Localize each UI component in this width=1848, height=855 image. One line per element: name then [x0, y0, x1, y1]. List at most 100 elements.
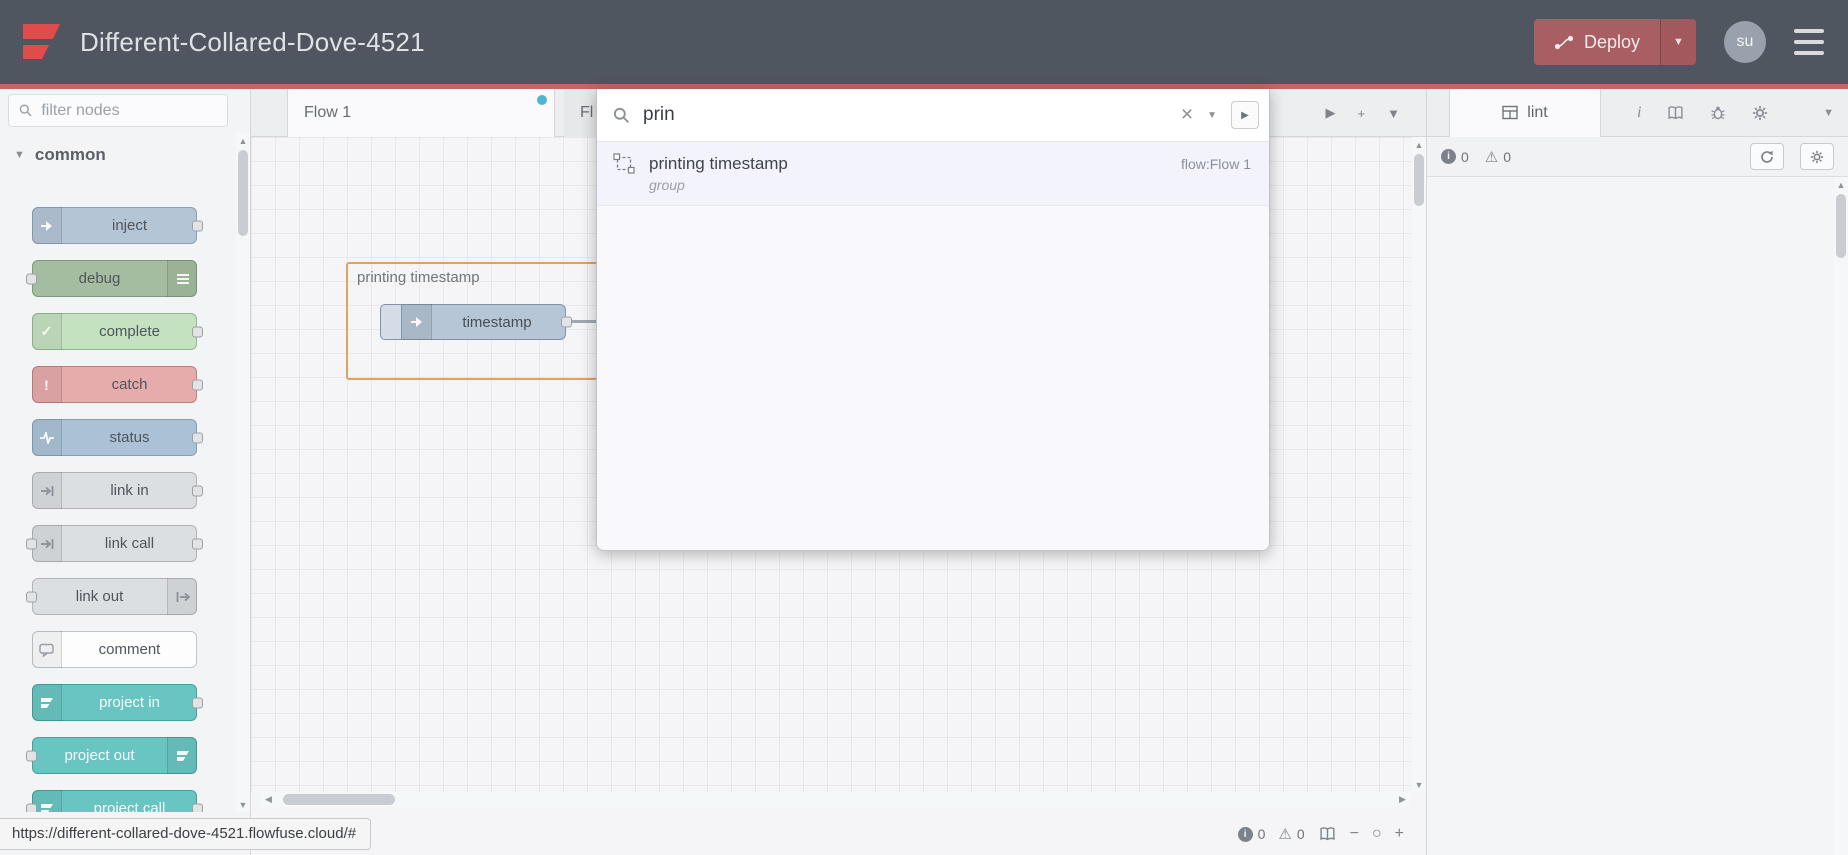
scroll-up-icon[interactable]: ▲ — [1412, 137, 1426, 152]
status-icon — [32, 419, 62, 456]
project-in-icon — [32, 684, 62, 721]
palette-node-comment[interactable]: comment — [32, 631, 197, 668]
inject-node[interactable]: timestamp — [380, 304, 572, 340]
chevron-down-icon: ▼ — [14, 149, 25, 161]
main-menu-icon[interactable] — [1794, 29, 1824, 55]
palette-node-debug[interactable]: debug — [26, 260, 197, 297]
scroll-up-icon[interactable]: ▲ — [236, 133, 250, 148]
inject-trigger-button[interactable] — [380, 304, 402, 340]
deploy-label: Deploy — [1583, 31, 1640, 52]
comment-icon — [32, 631, 62, 668]
palette-node-label: comment — [98, 641, 161, 658]
search-icon — [613, 107, 630, 123]
palette-node-project-out[interactable]: project out — [26, 737, 197, 774]
search-history-chevron-icon[interactable]: ▼ — [1201, 110, 1223, 121]
zoom-in-icon[interactable]: + — [1395, 825, 1404, 843]
canvas-horizontal-scrollbar[interactable]: ◀ ▶ — [261, 792, 1410, 807]
palette-filter[interactable] — [8, 94, 228, 127]
output-port — [192, 803, 203, 812]
palette-sidebar: ▼ common inject debug — [0, 89, 251, 855]
tab-help-book-icon[interactable] — [1667, 105, 1684, 121]
palette-node-complete[interactable]: ✓ complete — [32, 313, 203, 350]
tab-debug-bug-icon[interactable] — [1710, 105, 1726, 121]
navigator-map-icon[interactable] — [1318, 826, 1337, 842]
link-out-icon — [167, 578, 197, 615]
info-icon: i — [1441, 149, 1456, 164]
palette-category-common[interactable]: ▼ common — [0, 132, 236, 178]
input-port — [26, 591, 37, 602]
user-avatar[interactable]: su — [1724, 21, 1766, 63]
lint-icon — [1502, 105, 1518, 120]
scroll-down-icon[interactable]: ▼ — [236, 797, 250, 812]
palette-node-label: status — [109, 429, 150, 446]
palette-node-inject[interactable]: inject — [32, 207, 203, 244]
tab-scroll-right-icon[interactable]: ▶ — [1326, 105, 1336, 121]
output-port — [192, 220, 203, 231]
lint-refresh-button[interactable] — [1750, 143, 1784, 170]
palette-filter-input[interactable] — [41, 101, 217, 120]
browser-status-url: https://different-collared-dove-4521.flo… — [0, 818, 372, 850]
tab-config-gear-icon[interactable] — [1752, 105, 1768, 121]
output-port — [192, 326, 203, 337]
output-port — [192, 538, 203, 549]
scrollbar-thumb[interactable] — [1414, 154, 1424, 206]
lint-warning-count: ⚠ 0 — [1485, 148, 1511, 166]
warning-icon: ⚠ — [1278, 826, 1292, 843]
catch-icon: ! — [32, 366, 62, 403]
workspace-footer: i 0 ⚠ 0 − ○ + — [1237, 825, 1404, 843]
search-input-row[interactable]: prin × ▼ ▶ — [597, 89, 1269, 142]
instance-title: Different-Collared-Dove-4521 — [80, 26, 425, 57]
deploy-options-caret[interactable]: ▼ — [1660, 19, 1696, 65]
palette-node-link-out[interactable]: link out — [26, 578, 197, 615]
palette-node-label: complete — [99, 323, 160, 340]
palette-node-link-call[interactable]: link call — [26, 525, 203, 562]
lint-toolbar: i 0 ⚠ 0 — [1427, 137, 1848, 177]
tab-info-icon[interactable]: i — [1637, 104, 1641, 122]
search-expand-button[interactable]: ▶ — [1231, 101, 1259, 129]
info-icon: i — [1237, 826, 1253, 842]
link-in-icon — [32, 472, 62, 509]
palette-node-label: link call — [104, 535, 155, 552]
palette-node-status[interactable]: status — [32, 419, 203, 456]
deploy-branch-icon — [1554, 35, 1574, 49]
inject-icon — [402, 304, 432, 340]
warning-count[interactable]: ⚠ 0 — [1278, 825, 1304, 843]
zoom-reset-icon[interactable]: ○ — [1372, 825, 1382, 843]
deploy-button[interactable]: Deploy ▼ — [1533, 19, 1696, 65]
complete-icon: ✓ — [32, 313, 62, 350]
sidebar-scrollbar[interactable]: ▲ — [1834, 177, 1848, 855]
palette-scrollbar[interactable]: ▲ ▼ — [236, 133, 250, 812]
search-query[interactable]: prin — [643, 104, 1173, 126]
tab-list-chevron-icon[interactable]: ▼ — [1387, 106, 1400, 121]
tab-modified-dot — [537, 95, 547, 105]
output-port — [192, 697, 203, 708]
scrollbar-thumb[interactable] — [283, 794, 395, 805]
tab-lint[interactable]: lint — [1449, 88, 1601, 137]
zoom-out-icon[interactable]: − — [1350, 825, 1359, 843]
scroll-left-icon[interactable]: ◀ — [261, 792, 276, 807]
info-count[interactable]: i 0 — [1237, 826, 1265, 842]
palette-node-link-in[interactable]: link in — [32, 472, 203, 509]
canvas-vertical-scrollbar[interactable]: ▲ ▼ — [1412, 137, 1426, 792]
palette-node-label: link in — [110, 482, 149, 499]
scroll-up-icon[interactable]: ▲ — [1834, 177, 1848, 192]
palette-node-catch[interactable]: ! catch — [32, 366, 203, 403]
add-flow-icon[interactable]: + — [1358, 106, 1366, 121]
palette-node-list: inject debug ✓ complete ! catch status l… — [0, 179, 236, 812]
palette-node-project-call[interactable]: project call — [26, 790, 203, 812]
scroll-right-icon[interactable]: ▶ — [1395, 792, 1410, 807]
scrollbar-thumb[interactable] — [1836, 194, 1846, 258]
tab-flow-1[interactable]: Flow 1 — [287, 89, 555, 137]
output-port — [192, 432, 203, 443]
input-port — [26, 273, 37, 284]
project-out-icon — [167, 737, 197, 774]
lint-settings-button[interactable] — [1800, 143, 1834, 170]
palette-node-project-in[interactable]: project in — [32, 684, 203, 721]
scroll-down-icon[interactable]: ▼ — [1412, 777, 1426, 792]
search-result-item[interactable]: printing timestamp flow:Flow 1 group — [597, 142, 1269, 206]
scrollbar-thumb[interactable] — [238, 150, 248, 236]
output-port[interactable] — [561, 316, 572, 328]
clear-search-icon[interactable]: × — [1173, 103, 1201, 127]
tab-label: Fl — [580, 104, 594, 121]
sidebar-tabs-chevron-icon[interactable]: ▼ — [1823, 107, 1834, 119]
